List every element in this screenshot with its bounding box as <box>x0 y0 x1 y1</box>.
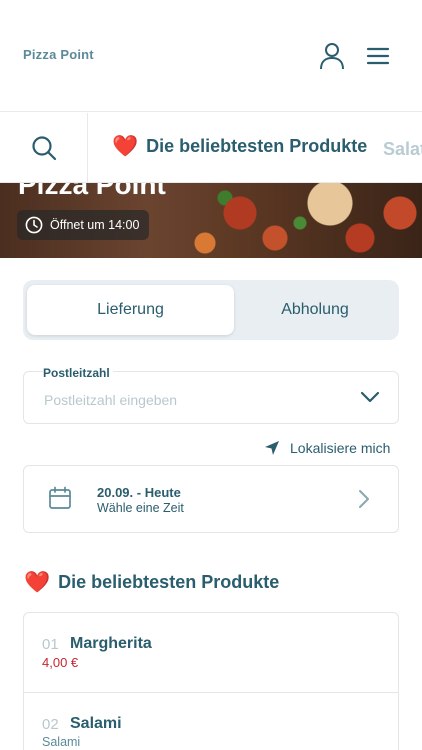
section-heading-popular: ❤️ Die beliebtesten Produkte <box>24 572 279 593</box>
delivery-date: 20.09. - Heute <box>97 485 181 500</box>
user-icon <box>320 43 344 70</box>
heart-icon: ❤️ <box>112 135 139 158</box>
category-tab-popular[interactable]: ❤️ Die beliebtesten Produkte <box>112 136 367 157</box>
category-tab-label: Die beliebtesten Produkte <box>146 136 368 156</box>
chevron-down-icon[interactable] <box>360 390 380 404</box>
delivery-time-hint: Wähle eine Zeit <box>97 501 184 515</box>
restaurant-name: Pizza Point <box>18 183 166 200</box>
category-bar: ❤️ Die beliebtesten Produkte Salat <box>0 113 422 183</box>
opening-hours-badge: Öffnet um 14:00 <box>17 210 150 240</box>
delivery-option[interactable]: Lieferung <box>27 285 234 335</box>
product-number: 01 <box>42 636 59 653</box>
account-button[interactable] <box>316 40 348 72</box>
product-name: Margherita <box>70 635 152 652</box>
order-mode-toggle: Lieferung Abholung <box>23 280 399 340</box>
section-title: Die beliebtesten Produkte <box>58 572 280 592</box>
product-item[interactable]: 01 Margherita 4,00 € <box>24 613 398 693</box>
category-tab-salat[interactable]: Salat <box>383 139 422 160</box>
product-name: Salami <box>70 715 122 732</box>
chevron-right-icon <box>358 489 370 509</box>
locate-me-button[interactable]: Lokalisiere mich <box>264 440 390 456</box>
opening-hours-text: Öffnet um 14:00 <box>50 218 140 232</box>
locate-me-label: Lokalisiere mich <box>290 440 391 456</box>
postcode-input[interactable]: Postleitzahl eingeben <box>44 392 177 408</box>
location-arrow-icon <box>264 440 280 456</box>
product-list: 01 Margherita 4,00 € 02 Salami Salami <box>23 612 399 750</box>
search-icon <box>31 136 56 161</box>
pickup-option[interactable]: Abholung <box>234 285 396 335</box>
app-logo[interactable]: Pizza Point <box>23 47 94 62</box>
clock-icon <box>25 216 43 234</box>
product-description: Salami <box>42 735 81 749</box>
app-header: Pizza Point <box>0 0 422 112</box>
product-number: 02 <box>42 716 59 733</box>
menu-button[interactable] <box>362 40 394 72</box>
product-item[interactable]: 02 Salami Salami <box>24 693 398 750</box>
postcode-label: Postleitzahl <box>43 366 113 380</box>
heart-icon: ❤️ <box>24 571 51 594</box>
hamburger-menu-icon <box>366 47 390 65</box>
search-button[interactable] <box>0 113 88 182</box>
calendar-icon <box>48 486 72 510</box>
delivery-time-picker[interactable]: 20.09. - Heute Wähle eine Zeit <box>23 465 399 533</box>
product-price: 4,00 € <box>42 655 79 670</box>
restaurant-hero-image: Pizza Point Öffnet um 14:00 <box>0 183 422 258</box>
